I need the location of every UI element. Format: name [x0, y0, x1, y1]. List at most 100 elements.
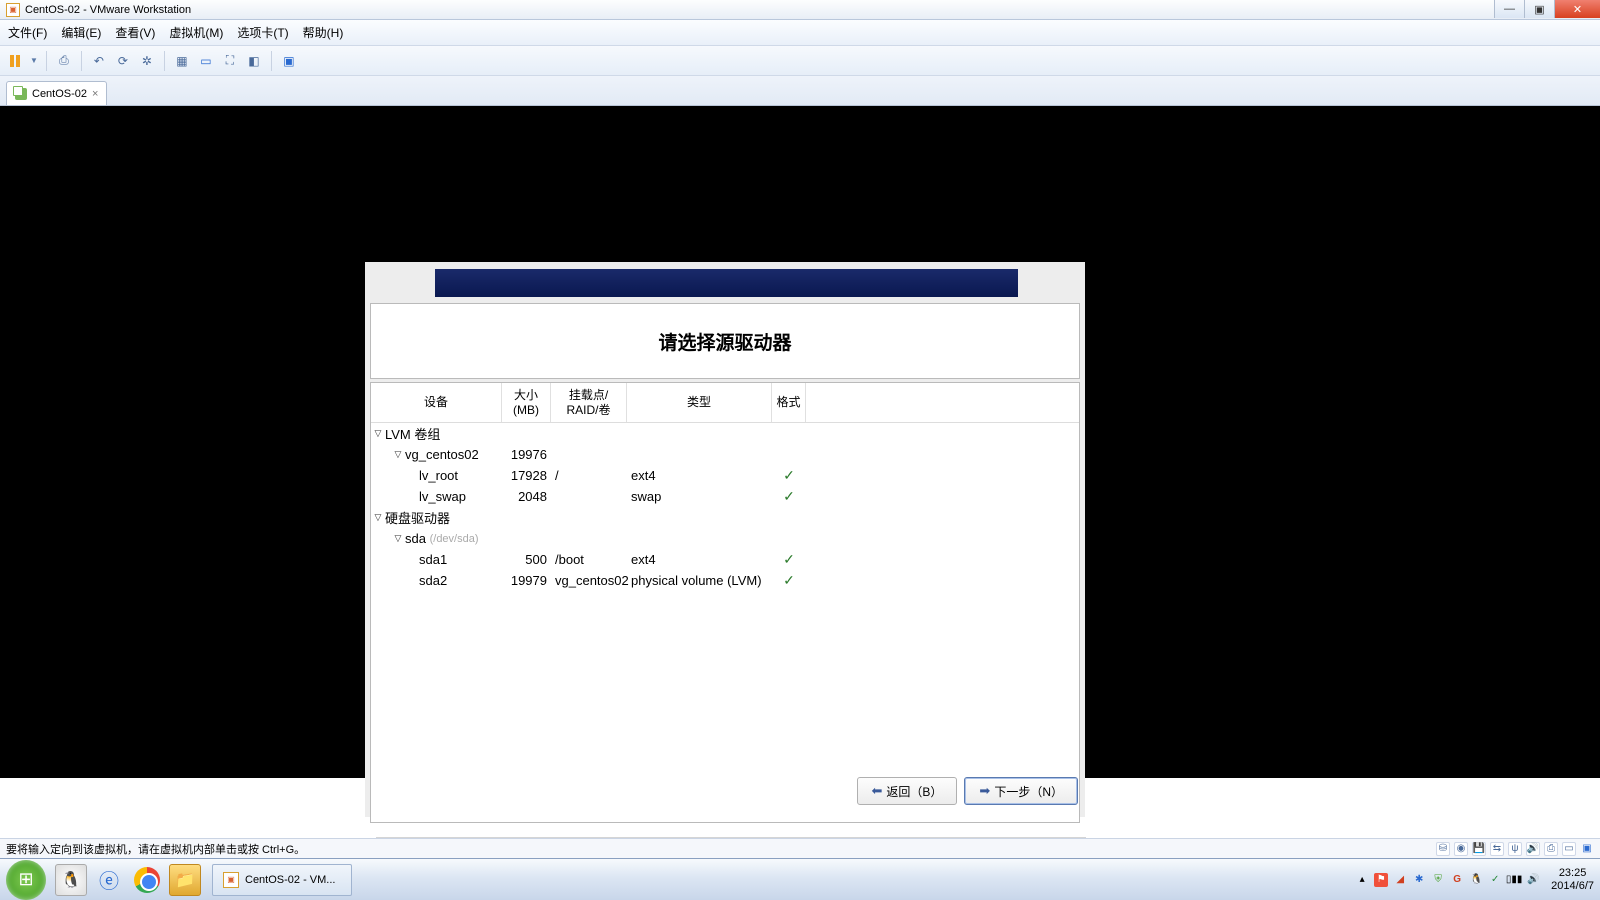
- window-title: CentOS-02 - VMware Workstation: [25, 4, 191, 16]
- start-button[interactable]: ⊞: [6, 860, 46, 900]
- type-value: ext4: [627, 468, 772, 483]
- hdd-icon[interactable]: ⛁: [1436, 842, 1450, 856]
- unity-icon[interactable]: ◧: [245, 52, 263, 70]
- col-size[interactable]: 大小 (MB): [502, 383, 551, 422]
- stretch-icon[interactable]: ▣: [280, 52, 298, 70]
- format-check-icon: ✓: [772, 467, 806, 484]
- vm-tab-icon: [15, 88, 27, 100]
- row-vg-centos02[interactable]: ▽vg_centos02 19976: [371, 444, 1079, 465]
- mount-value: /: [551, 468, 627, 483]
- snapshot-icon[interactable]: ⎙: [55, 52, 73, 70]
- mount-value: vg_centos02: [551, 573, 627, 588]
- toolbar: ▼ ⎙ ↶ ⟳ ✲ ▦ ▭ ⛶ ◧ ▣: [0, 46, 1600, 76]
- col-mount[interactable]: 挂载点/ RAID/卷: [551, 383, 627, 422]
- fullscreen-icon[interactable]: ⛶: [221, 52, 239, 70]
- printer-icon[interactable]: ⎙: [1544, 842, 1558, 856]
- menu-vm[interactable]: 虚拟机(M): [169, 24, 223, 41]
- snapshot-manager-icon[interactable]: ⟳: [114, 52, 132, 70]
- vm-device-icons: ⛁ ◉ 💾 ⇆ ψ 🔊 ⎙ ▭ ▣: [1436, 842, 1594, 856]
- row-sda[interactable]: ▽sda (/dev/sda): [371, 528, 1079, 549]
- cd-icon[interactable]: ◉: [1454, 842, 1468, 856]
- row-sda1[interactable]: sda1 500 /boot ext4 ✓: [371, 549, 1079, 570]
- tray-volume-icon[interactable]: 🔊: [1526, 873, 1540, 887]
- menubar: 文件(F) 编辑(E) 查看(V) 虚拟机(M) 选项卡(T) 帮助(H): [0, 20, 1600, 46]
- tray-bluetooth-icon[interactable]: ✱: [1412, 873, 1426, 887]
- row-lv-swap[interactable]: lv_swap 2048 swap ✓: [371, 486, 1079, 507]
- col-type[interactable]: 类型: [627, 383, 772, 422]
- partition-rows: ▽LVM 卷组 ▽vg_centos02 19976 lv_root 17928…: [371, 423, 1079, 591]
- manage-icon[interactable]: ✲: [138, 52, 156, 70]
- thumbnail-icon[interactable]: ▦: [173, 52, 191, 70]
- installer-nav: ⬅ 返回（B） ➡ 下一步（N）: [857, 777, 1079, 805]
- size-value: 17928: [502, 468, 551, 483]
- vm-tab-centos02[interactable]: CentOS-02 ×: [6, 81, 107, 105]
- group-label: LVM 卷组: [385, 424, 440, 443]
- vmware-app-icon: ▣: [6, 3, 20, 17]
- tray-shield-icon[interactable]: ⛨: [1431, 873, 1445, 887]
- menu-tabs[interactable]: 选项卡(T): [237, 24, 288, 41]
- row-sda2[interactable]: sda2 19979 vg_centos02 physical volume (…: [371, 570, 1079, 591]
- menu-file[interactable]: 文件(F): [8, 24, 47, 41]
- message-icon[interactable]: ▣: [1580, 842, 1594, 856]
- window-maximize-button[interactable]: ▣: [1524, 0, 1554, 18]
- next-button[interactable]: ➡ 下一步（N）: [964, 777, 1078, 805]
- chrome-icon[interactable]: [131, 864, 163, 896]
- explorer-icon[interactable]: 📁: [169, 864, 201, 896]
- power-dropdown-icon[interactable]: ▼: [30, 56, 38, 65]
- size-value: 500: [502, 552, 551, 567]
- taskbar-task-vmware[interactable]: ▣ CentOS-02 - VM...: [212, 864, 352, 896]
- floppy-icon[interactable]: 💾: [1472, 842, 1486, 856]
- console-icon[interactable]: ▭: [197, 52, 215, 70]
- tray-safe-icon[interactable]: ✓: [1488, 873, 1502, 887]
- mount-value: /boot: [551, 552, 627, 567]
- col-format[interactable]: 格式: [772, 383, 806, 422]
- qq-icon[interactable]: 🐧: [55, 864, 87, 896]
- sound-icon[interactable]: 🔊: [1526, 842, 1540, 856]
- format-check-icon: ✓: [772, 572, 806, 589]
- device-name: sda: [405, 531, 426, 546]
- revert-icon[interactable]: ↶: [90, 52, 108, 70]
- group-label: 硬盘驱动器: [385, 508, 450, 527]
- vm-viewport[interactable]: 请选择源驱动器 设备 大小 (MB) 挂载点/ RAID/卷 类型 格式 ▽LV…: [0, 106, 1600, 778]
- windows-taskbar: ⊞ 🐧 ⓔ 📁 ▣ CentOS-02 - VM... ▴ ⚑ ◢ ✱ ⛨ G …: [0, 858, 1600, 900]
- clock-date: 2014/6/7: [1551, 880, 1594, 893]
- tray-show-hidden-icon[interactable]: ▴: [1355, 873, 1369, 887]
- menu-help[interactable]: 帮助(H): [303, 24, 344, 41]
- tray-g-icon[interactable]: G: [1450, 873, 1464, 887]
- toolbar-separator: [46, 51, 47, 71]
- pause-vm-icon[interactable]: [6, 52, 24, 70]
- partition-table-header: 设备 大小 (MB) 挂载点/ RAID/卷 类型 格式: [371, 383, 1079, 423]
- status-hint: 要将输入定向到该虚拟机，请在虚拟机内部单击或按 Ctrl+G。: [6, 841, 305, 857]
- col-device[interactable]: 设备: [371, 383, 502, 422]
- group-lvm[interactable]: ▽LVM 卷组: [371, 423, 1079, 444]
- toolbar-separator: [81, 51, 82, 71]
- taskbar-clock[interactable]: 23:25 2014/6/7: [1551, 867, 1594, 892]
- back-arrow-icon: ⬅: [872, 783, 883, 799]
- ie-icon[interactable]: ⓔ: [93, 864, 125, 896]
- tray-network-icon[interactable]: ▯▮▮: [1507, 873, 1521, 887]
- menu-edit[interactable]: 编辑(E): [61, 24, 101, 41]
- window-minimize-button[interactable]: —: [1494, 0, 1524, 18]
- network-icon[interactable]: ⇆: [1490, 842, 1504, 856]
- format-check-icon: ✓: [772, 551, 806, 568]
- group-hdd[interactable]: ▽硬盘驱动器: [371, 507, 1079, 528]
- row-lv-root[interactable]: lv_root 17928 / ext4 ✓: [371, 465, 1079, 486]
- expand-icon[interactable]: ▽: [371, 512, 385, 523]
- back-button[interactable]: ⬅ 返回（B）: [857, 777, 958, 805]
- device-name: lv_swap: [419, 489, 466, 504]
- tray-action-icon[interactable]: ◢: [1393, 873, 1407, 887]
- back-label: 返回（B）: [886, 783, 942, 800]
- tray-qq-icon[interactable]: 🐧: [1469, 873, 1483, 887]
- tray-flag-icon[interactable]: ⚑: [1374, 873, 1388, 887]
- window-close-button[interactable]: ✕: [1554, 0, 1600, 18]
- expand-icon[interactable]: ▽: [391, 533, 405, 544]
- vm-tab-label: CentOS-02: [32, 88, 87, 100]
- expand-icon[interactable]: ▽: [371, 428, 385, 439]
- expand-icon[interactable]: ▽: [391, 449, 405, 460]
- installer-title: 请选择源驱动器: [370, 303, 1080, 379]
- vm-tab-close-icon[interactable]: ×: [92, 88, 98, 100]
- menu-view[interactable]: 查看(V): [115, 24, 155, 41]
- usb-icon[interactable]: ψ: [1508, 842, 1522, 856]
- display-icon[interactable]: ▭: [1562, 842, 1576, 856]
- vm-tabbar: CentOS-02 ×: [0, 76, 1600, 106]
